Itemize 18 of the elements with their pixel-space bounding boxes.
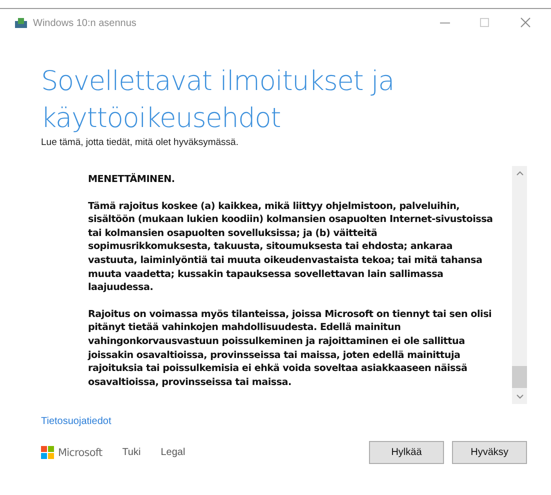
dialog-button[interactable]: Hyväksy [452,441,527,464]
footer-link[interactable]: Tuki [122,447,141,458]
window-title: Windows 10:n asennus [33,18,138,28]
footer-link[interactable]: Legal [160,447,186,458]
license-paragraph: Rajoitus on voimassa myös tilanteissa, joissa Microsoft on tiennyt tai sen olisi pitänyt tietää vahinkojen mahdollisuudesta. Edellä mainitun vahingonkorvausvastuun poissulkeminen ja rajoittaminen ei ole sallittua joissakin osavaltioissa, provinsseissa tai maissa, joten edellä mainittuja rajoituksia tai poissulkemisia ei ehkä voida soveltaa asiakkaaseen näissä osavaltioissa, provinsseissa tai maissa. [88,308,493,390]
license-paragraph: MENETTÄMINEN. [88,173,176,187]
license-paragraph: Tämä rajoitus koskee (a) kaikkea, mikä liittyy ohjelmistoon, palveluihin, sisältöön (mukaan lukien koodiin) kolmansien osapuolten Internet-sivustoissa tai kolmansien osapuolten sovelluksissa; ja (b) väitteitä sopimusrikkomuksesta, takuusta, sitoumuksesta tai ehdosta; ankaraa vastuuta, laiminlyöntiä tai muuta oikeudenvastaista tekoa; tai mitä tahansa muuta vaadetta; kussakin tapauksessa sovellettavan lain sallimassa laajuudessa. [88,200,494,295]
subtitle: Lue tämä, jotta tiedät, mitä olet hyväksymässä. [41,137,238,148]
scroll-thumb[interactable] [512,366,527,388]
scroll-down-icon[interactable] [516,394,524,400]
dialog-button[interactable]: Hylkää [369,441,444,464]
page-heading: Sovellettavat ilmoitukset ja käyttöoikeusehdot [41,65,396,136]
scroll-up-icon[interactable] [516,170,524,176]
privacy-link[interactable]: Tietosuojatiedot [41,416,112,427]
brand-name: Microsoft [58,446,102,458]
microsoft-logo-icon [41,446,54,459]
scrollbar[interactable] [512,166,527,404]
setup-icon [15,18,27,28]
